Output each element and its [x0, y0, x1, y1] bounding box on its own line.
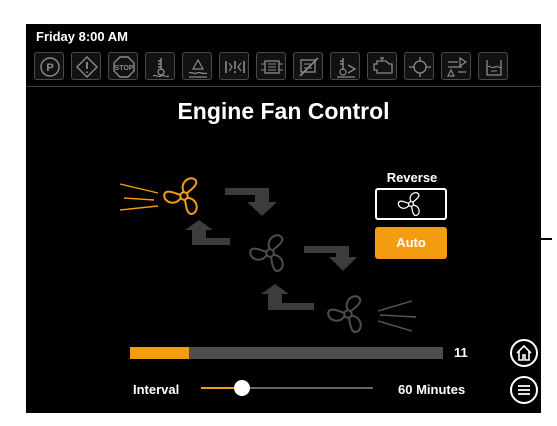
menu-icon [518, 385, 530, 395]
fan-icon-middle [247, 234, 288, 274]
interval-value: 60 Minutes [398, 382, 466, 397]
menu-button[interactable] [510, 376, 538, 404]
home-icon [516, 344, 532, 361]
auto-button[interactable]: Auto [375, 227, 447, 259]
interval-label: Interval [133, 382, 180, 397]
airflow-out-lines [377, 300, 417, 332]
display-screen: Friday 8:00 AM PSTOP Engine Fan Control [26, 24, 541, 413]
fan-progress-value: 11 [454, 345, 468, 360]
reverse-label: Reverse [386, 170, 438, 185]
fan-progress-fill [130, 347, 190, 359]
home-button[interactable] [510, 339, 538, 367]
fan-progress-bar [130, 347, 443, 359]
reverse-button[interactable] [375, 188, 447, 220]
airflow-in-lines [119, 183, 159, 211]
fan-icon-reverse-flow [325, 295, 366, 335]
fan-icon-active [161, 177, 202, 217]
interval-slider[interactable] [201, 380, 373, 396]
fan-icon [396, 192, 422, 218]
